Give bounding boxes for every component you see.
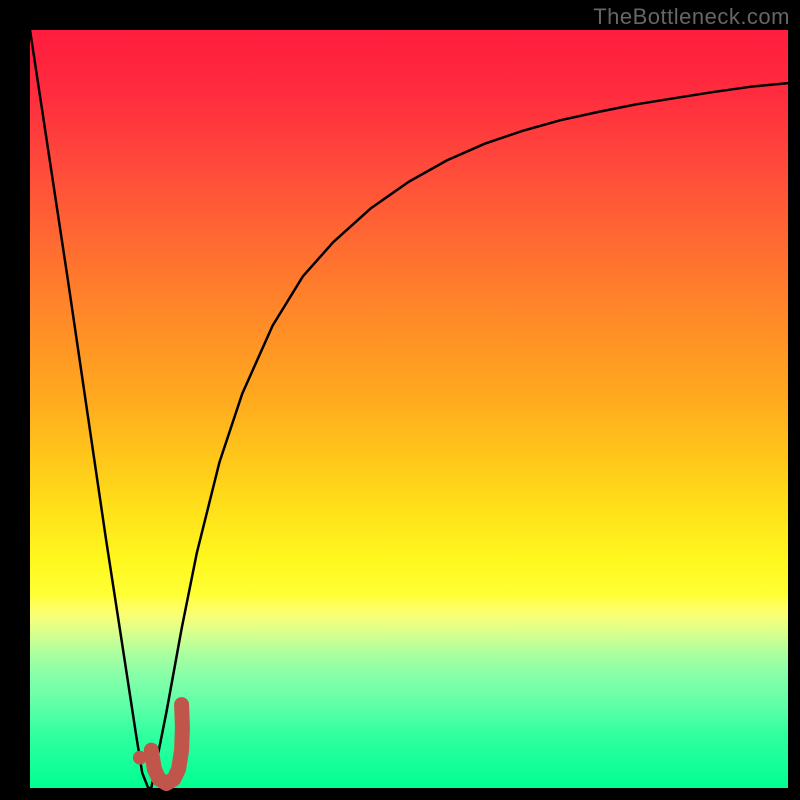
chart-overlay <box>0 0 800 800</box>
bottleneck-curve-path <box>30 30 788 788</box>
chart-frame: TheBottleneck.com <box>0 0 800 800</box>
optimal-marker <box>133 705 183 784</box>
watermark-text: TheBottleneck.com <box>593 4 790 30</box>
bottleneck-curve <box>30 30 788 788</box>
marker-hook <box>151 705 182 784</box>
